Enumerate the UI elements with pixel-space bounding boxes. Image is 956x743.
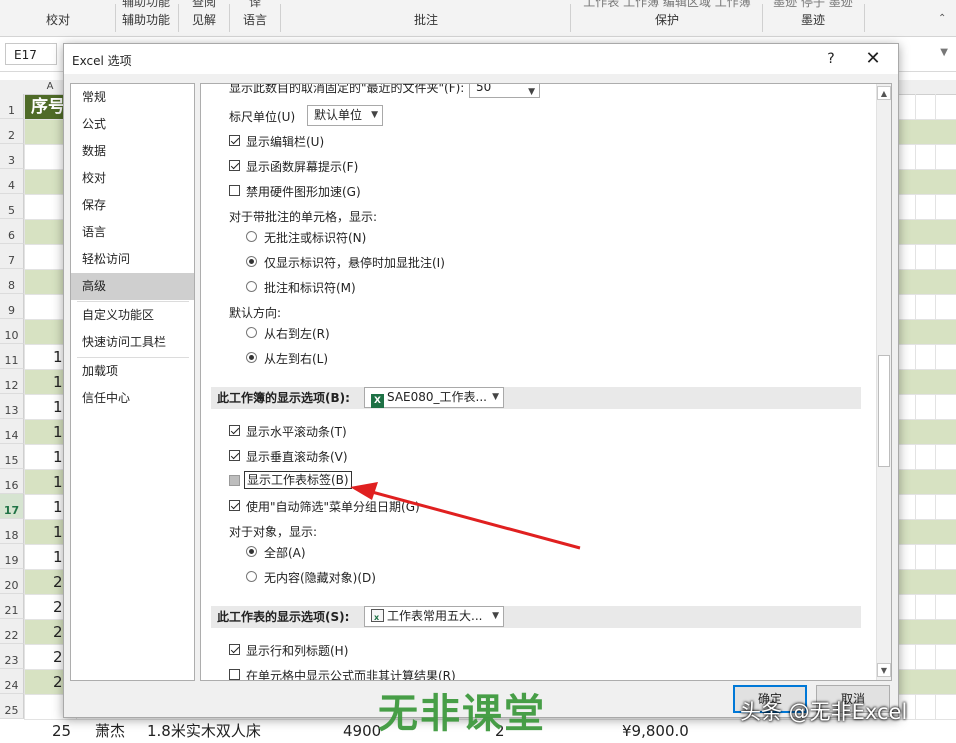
arrow-shaft — [371, 490, 581, 550]
annotation-arrow — [350, 482, 581, 550]
watermark-credit: 头条 @无非Excel — [740, 700, 908, 724]
arrow-head — [350, 482, 378, 500]
watermark-logo: 无非课堂 — [378, 691, 546, 737]
